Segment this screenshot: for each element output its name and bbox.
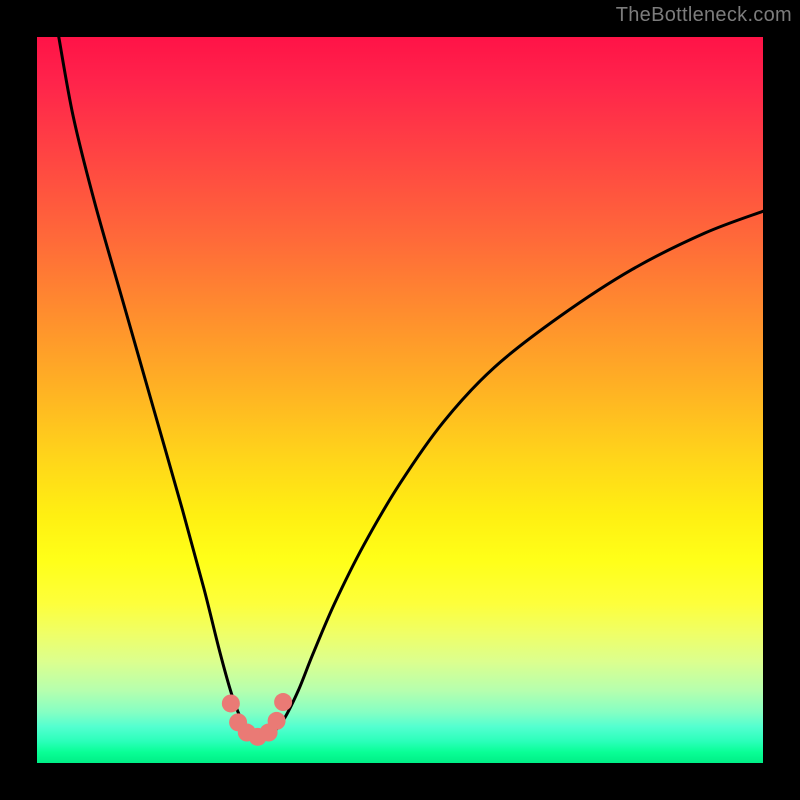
trough-marker bbox=[222, 694, 240, 712]
trough-markers bbox=[222, 693, 292, 746]
chart-frame: TheBottleneck.com bbox=[0, 0, 800, 800]
trough-marker bbox=[274, 693, 292, 711]
watermark-text: TheBottleneck.com bbox=[616, 4, 792, 27]
bottleneck-curve-svg bbox=[37, 37, 763, 763]
bottleneck-curve-path bbox=[59, 37, 763, 739]
trough-marker bbox=[268, 712, 286, 730]
plot-area bbox=[37, 37, 763, 763]
